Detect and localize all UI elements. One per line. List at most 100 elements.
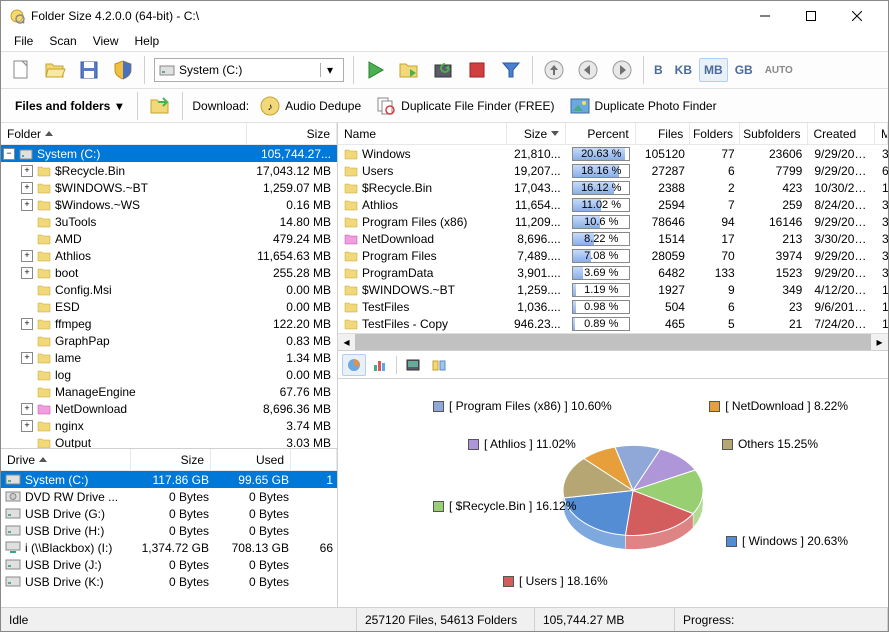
horizontal-scrollbar[interactable]: ◂ ▸ — [338, 333, 888, 350]
list-row[interactable]: Windows 21,810... 20.63 % 105120 77 2360… — [338, 145, 888, 162]
duplicate-photo-finder-link[interactable]: Duplicate Photo Finder — [565, 93, 721, 119]
list-row[interactable]: Athlios 11,654... 11.02 % 2594 7 259 8/2… — [338, 196, 888, 213]
tree-row[interactable]: ManageEngine 67.76 MB — [1, 383, 337, 400]
expand-icon[interactable]: + — [21, 403, 33, 415]
collapse-icon[interactable]: − — [3, 148, 15, 160]
scan-folder-button[interactable] — [393, 54, 425, 86]
chart-tab-folders[interactable] — [427, 354, 451, 376]
up-button[interactable] — [538, 54, 570, 86]
duplicate-file-finder-link[interactable]: Duplicate File Finder (FREE) — [371, 93, 558, 119]
tree-body[interactable]: − System (C:)105,744.27... + $Recycle.Bi… — [1, 145, 337, 448]
menu-scan[interactable]: Scan — [41, 32, 84, 50]
list-row[interactable]: NetDownload 8,696.... 8.22 % 1514 17 213… — [338, 230, 888, 247]
chart-tab-bar[interactable] — [368, 354, 392, 376]
list-col-name[interactable]: Name — [338, 123, 507, 144]
tree-row[interactable]: 3uTools 14.80 MB — [1, 213, 337, 230]
tree-row[interactable]: + Athlios 11,654.63 MB — [1, 247, 337, 264]
tree-col-folder[interactable]: Folder — [1, 123, 247, 144]
scroll-left-icon[interactable]: ◂ — [338, 334, 355, 351]
expand-icon[interactable]: + — [21, 199, 33, 211]
play-button[interactable] — [359, 54, 391, 86]
minimize-button[interactable] — [742, 1, 788, 31]
list-col-created[interactable]: Created — [808, 123, 876, 144]
stop-button[interactable] — [461, 54, 493, 86]
drive-row[interactable]: USB Drive (J:) 0 Bytes 0 Bytes — [1, 556, 337, 573]
expand-icon[interactable]: + — [21, 318, 33, 330]
expand-icon[interactable]: + — [21, 267, 33, 279]
list-body[interactable]: Windows 21,810... 20.63 % 105120 77 2360… — [338, 145, 888, 333]
tree-root-row[interactable]: − System (C:)105,744.27... — [1, 145, 337, 162]
tree-row[interactable]: Config.Msi 0.00 MB — [1, 281, 337, 298]
list-col-size[interactable]: Size — [507, 123, 567, 144]
unit-mb-button[interactable]: MB — [699, 58, 728, 82]
expand-icon[interactable]: + — [21, 352, 33, 364]
list-row[interactable]: ProgramData 3,901.... 3.69 % 6482 133 15… — [338, 264, 888, 281]
unit-gb-button[interactable]: GB — [730, 58, 758, 82]
open-button[interactable] — [39, 54, 71, 86]
tree-row[interactable]: AMD 479.24 MB — [1, 230, 337, 247]
tree-row[interactable]: + $Windows.~WS 0.16 MB — [1, 196, 337, 213]
unit-kb-button[interactable]: KB — [670, 58, 697, 82]
expand-icon[interactable]: + — [21, 182, 33, 194]
drive-row[interactable]: System (C:) 117.86 GB 99.65 GB 1 — [1, 471, 337, 488]
unit-auto-button[interactable]: AUTO — [760, 60, 798, 81]
drive-col-size[interactable]: Size — [131, 449, 211, 470]
drive-col-drive[interactable]: Drive — [1, 449, 131, 470]
tree-row[interactable]: + $Recycle.Bin 17,043.12 MB — [1, 162, 337, 179]
back-button[interactable] — [572, 54, 604, 86]
list-row[interactable]: Users 19,207... 18.16 % 27287 6 7799 9/2… — [338, 162, 888, 179]
unit-b-button[interactable]: B — [649, 58, 668, 82]
export-button[interactable] — [147, 93, 173, 119]
tree-row[interactable]: GraphPap 0.83 MB — [1, 332, 337, 349]
list-col-modified[interactable]: Modif — [875, 123, 888, 144]
list-row[interactable]: $Recycle.Bin 17,043... 16.12 % 2388 2 42… — [338, 179, 888, 196]
menu-help[interactable]: Help — [127, 32, 168, 50]
tree-row[interactable]: + $WINDOWS.~BT 1,259.07 MB — [1, 179, 337, 196]
tree-row[interactable]: + ffmpeg 122.20 MB — [1, 315, 337, 332]
drive-selector[interactable]: System (C:) ▾ — [154, 58, 344, 82]
drive-col-used[interactable]: Used — [211, 449, 291, 470]
list-col-subfolders[interactable]: Subfolders — [740, 123, 808, 144]
drive-row[interactable]: i (\\Blackbox) (I:) 1,374.72 GB 708.13 G… — [1, 539, 337, 556]
tree-row[interactable]: ESD 0.00 MB — [1, 298, 337, 315]
tree-row[interactable]: Output 3.03 MB — [1, 434, 337, 448]
list-row[interactable]: Program Files 7,489.... 7.08 % 28059 70 … — [338, 247, 888, 264]
chart-tab-disk[interactable] — [401, 354, 425, 376]
shield-button[interactable] — [107, 54, 139, 86]
audio-dedupe-link[interactable]: ♪ Audio Dedupe — [255, 93, 365, 119]
tree-row[interactable]: + nginx 3.74 MB — [1, 417, 337, 434]
list-row[interactable]: TestFiles - Copy 946.23... 0.89 % 465 5 … — [338, 315, 888, 332]
drive-body[interactable]: System (C:) 117.86 GB 99.65 GB 1 DVD RW … — [1, 471, 337, 607]
drive-row[interactable]: USB Drive (K:) 0 Bytes 0 Bytes — [1, 573, 337, 590]
save-button[interactable] — [73, 54, 105, 86]
expand-icon[interactable]: + — [21, 165, 33, 177]
list-col-folders[interactable]: Folders — [690, 123, 740, 144]
maximize-button[interactable] — [788, 1, 834, 31]
chart-tab-pie[interactable] — [342, 354, 366, 376]
menu-file[interactable]: File — [6, 32, 41, 50]
tree-row[interactable]: + NetDownload 8,696.36 MB — [1, 400, 337, 417]
drive-row[interactable]: USB Drive (H:) 0 Bytes 0 Bytes — [1, 522, 337, 539]
close-button[interactable] — [834, 1, 880, 31]
tree-col-size[interactable]: Size — [247, 123, 337, 144]
list-col-files[interactable]: Files — [636, 123, 691, 144]
list-files: 1514 — [636, 232, 691, 246]
refresh-button[interactable] — [427, 54, 459, 86]
drive-row[interactable]: DVD RW Drive ... 0 Bytes 0 Bytes — [1, 488, 337, 505]
tree-row[interactable]: + boot 255.28 MB — [1, 264, 337, 281]
list-row[interactable]: Program Files (x86) 11,209... 10.6 % 786… — [338, 213, 888, 230]
expand-icon[interactable]: + — [21, 250, 33, 262]
list-row[interactable]: TestFiles 1,036.... 0.98 % 504 6 23 9/6/… — [338, 298, 888, 315]
scroll-right-icon[interactable]: ▸ — [871, 334, 888, 351]
list-row[interactable]: $WINDOWS.~BT 1,259.... 1.19 % 1927 9 349… — [338, 281, 888, 298]
filter-button[interactable] — [495, 54, 527, 86]
files-folders-dropdown[interactable]: Files and folders ▾ — [9, 97, 128, 115]
drive-row[interactable]: USB Drive (G:) 0 Bytes 0 Bytes — [1, 505, 337, 522]
tree-row[interactable]: + lame 1.34 MB — [1, 349, 337, 366]
expand-icon[interactable]: + — [21, 420, 33, 432]
menu-view[interactable]: View — [85, 32, 127, 50]
new-button[interactable] — [5, 54, 37, 86]
list-col-percent[interactable]: Percent — [566, 123, 636, 144]
forward-button[interactable] — [606, 54, 638, 86]
tree-row[interactable]: log 0.00 MB — [1, 366, 337, 383]
